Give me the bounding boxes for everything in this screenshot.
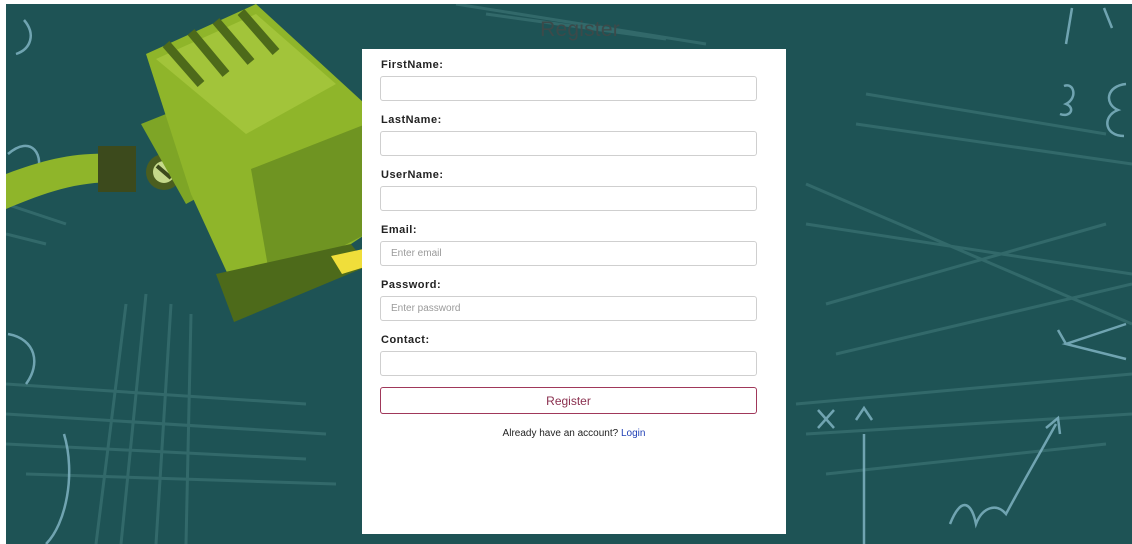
username-label: UserName: (381, 169, 444, 181)
lastname-input[interactable] (380, 131, 757, 156)
username-input[interactable] (380, 186, 757, 211)
login-link[interactable]: Login (621, 428, 645, 439)
register-form: FirstName: LastName: UserName: Email: Pa… (362, 49, 786, 534)
email-label: Email: (381, 224, 418, 236)
password-label: Password: (381, 279, 442, 291)
firstname-input[interactable] (380, 76, 757, 101)
contact-label: Contact: (381, 334, 430, 346)
login-prompt-text: Already have an account? (502, 428, 619, 439)
register-button[interactable]: Register (380, 387, 757, 414)
password-input[interactable] (380, 296, 757, 321)
login-prompt: Already have an account? Login (362, 428, 786, 439)
email-input[interactable] (380, 241, 757, 266)
desk-lamp-illustration (6, 4, 376, 322)
contact-input[interactable] (380, 351, 757, 376)
firstname-label: FirstName: (381, 59, 444, 71)
lastname-label: LastName: (381, 114, 442, 126)
page-title: Register (540, 18, 620, 41)
